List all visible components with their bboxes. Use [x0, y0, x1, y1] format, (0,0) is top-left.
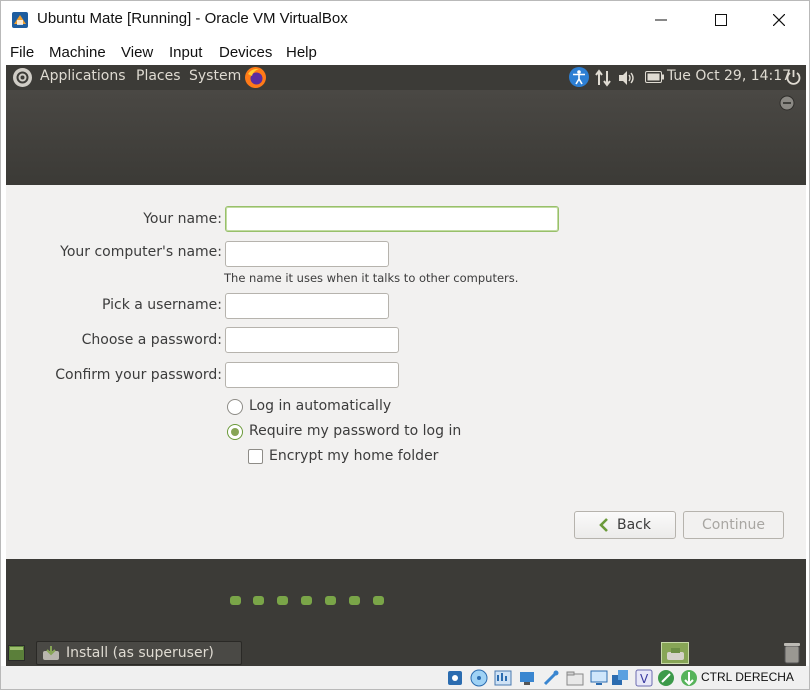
progress-dot [301, 596, 312, 605]
progress-dot [349, 596, 360, 605]
close-icon [773, 14, 785, 26]
firefox-icon[interactable] [244, 66, 267, 89]
mate-menu-icon[interactable] [12, 67, 33, 88]
panel-system[interactable]: System [189, 68, 241, 84]
confirm-password-input[interactable] [225, 362, 399, 388]
guest-additions-icon[interactable] [657, 669, 675, 687]
login-automatically-radio[interactable] [227, 399, 243, 415]
encrypt-home-checkbox[interactable] [248, 449, 263, 464]
window-title: Ubuntu Mate [Running] - Oracle VM Virtua… [37, 10, 348, 27]
menu-machine[interactable]: Machine [49, 44, 106, 61]
back-button-label: Back [617, 517, 651, 533]
power-icon[interactable] [785, 69, 802, 86]
your-name-label: Your name: [143, 211, 222, 227]
battery-icon[interactable] [645, 71, 665, 84]
minimize-installer-icon[interactable] [779, 95, 795, 111]
installer-task-icon [43, 646, 59, 660]
display-icon[interactable] [590, 669, 608, 687]
installer-header [6, 90, 806, 185]
password-input[interactable] [225, 327, 399, 353]
minimize-icon [655, 19, 667, 21]
menu-devices[interactable]: Devices [219, 44, 272, 61]
mouse-integration-icon[interactable] [680, 669, 698, 687]
computer-name-label: Your computer's name: [60, 244, 222, 260]
virtualbox-status-bar: V CTRL DERECHA [1, 666, 809, 689]
who-are-you-form: Your name: Your computer's name: The nam… [6, 185, 806, 559]
network-adapter-icon[interactable] [518, 669, 536, 687]
panel-datetime[interactable]: Tue Oct 29, 14:17 [667, 68, 791, 84]
usb-icon[interactable] [542, 669, 560, 687]
minimize-button[interactable] [631, 1, 691, 39]
close-button[interactable] [749, 1, 809, 39]
login-automatically-label[interactable]: Log in automatically [249, 398, 391, 414]
hard-disk-icon[interactable] [446, 669, 464, 687]
video-capture-icon[interactable] [611, 669, 629, 687]
require-password-label[interactable]: Require my password to log in [249, 423, 461, 439]
progress-dot [325, 596, 336, 605]
virtualbox-window: Ubuntu Mate [Running] - Oracle VM Virtua… [0, 0, 810, 690]
your-name-input[interactable] [225, 206, 559, 232]
mate-bottom-panel: Install (as superuser) [6, 640, 806, 666]
title-bar: Ubuntu Mate [Running] - Oracle VM Virtua… [1, 1, 809, 39]
continue-button[interactable]: Continue [683, 511, 784, 539]
password-label: Choose a password: [81, 332, 222, 348]
taskbar-item-label: Install (as superuser) [66, 645, 214, 661]
continue-button-label: Continue [702, 517, 765, 533]
progress-dot [277, 596, 288, 605]
panel-applications[interactable]: Applications [40, 68, 126, 84]
username-input[interactable] [225, 293, 389, 319]
svg-text:V: V [640, 672, 649, 686]
menu-bar: File Machine View Input Devices Help [1, 39, 809, 65]
computer-name-hint: The name it uses when it talks to other … [224, 271, 519, 285]
username-label: Pick a username: [101, 297, 222, 313]
confirm-password-label: Confirm your password: [55, 367, 222, 383]
trash-icon[interactable] [783, 642, 801, 664]
progress-dot [373, 596, 384, 605]
menu-input[interactable]: Input [169, 44, 202, 61]
virtualization-icon[interactable]: V [635, 669, 653, 687]
progress-dot [253, 596, 264, 605]
back-button[interactable]: Back [574, 511, 676, 539]
computer-name-input[interactable] [225, 241, 389, 267]
menu-view[interactable]: View [121, 44, 153, 61]
shared-folders-icon[interactable] [566, 669, 584, 687]
workspace-icon [667, 648, 684, 660]
maximize-icon [715, 14, 727, 26]
optical-drive-icon[interactable] [470, 669, 488, 687]
audio-icon[interactable] [494, 669, 512, 687]
show-desktop-icon[interactable] [8, 645, 25, 661]
require-password-radio[interactable] [227, 424, 243, 440]
accessibility-icon[interactable] [568, 66, 590, 88]
chevron-left-icon [599, 518, 608, 532]
maximize-button[interactable] [691, 1, 751, 39]
menu-file[interactable]: File [10, 44, 34, 61]
installer-footer [6, 559, 806, 640]
workspace-switcher[interactable] [661, 642, 689, 664]
menu-help[interactable]: Help [286, 44, 317, 61]
host-key-label: CTRL DERECHA [701, 670, 794, 684]
mate-top-panel: Applications Places System Tue Oct 29, 1… [6, 65, 806, 90]
taskbar-item-installer[interactable]: Install (as superuser) [36, 641, 242, 665]
network-icon[interactable] [594, 69, 612, 87]
progress-dot [230, 596, 241, 605]
virtualbox-app-icon [12, 12, 28, 28]
volume-icon[interactable] [617, 69, 637, 87]
encrypt-home-label[interactable]: Encrypt my home folder [269, 448, 438, 464]
panel-places[interactable]: Places [136, 68, 181, 84]
